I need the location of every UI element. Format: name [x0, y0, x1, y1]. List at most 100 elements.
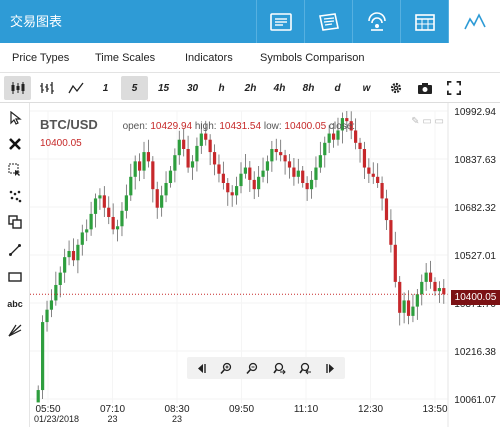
pin-icon[interactable]: ✎: [411, 116, 419, 127]
candle-body: [279, 152, 283, 156]
timeframe-1[interactable]: 1: [92, 76, 119, 100]
trendline-tool[interactable]: [4, 239, 26, 261]
candle-body: [107, 207, 111, 217]
text-tool[interactable]: abc: [4, 293, 26, 315]
candle-body: [182, 139, 186, 149]
menu-indicators[interactable]: Indicators: [185, 52, 233, 64]
candle-body: [380, 182, 384, 199]
scroll-right-button[interactable]: [324, 360, 340, 376]
zoom-out-icon: [246, 362, 258, 374]
menu-symbols-comparison[interactable]: Symbols Comparison: [260, 52, 365, 64]
candle-body: [428, 272, 433, 282]
candle-body: [309, 179, 314, 190]
menu-bar: Price Types Time Scales Indicators Symbo…: [0, 43, 500, 73]
tab-calendar[interactable]: [400, 0, 448, 43]
window-icon[interactable]: ▭: [422, 116, 431, 127]
low-value: 10400.05: [284, 121, 327, 132]
candle-body: [243, 167, 248, 174]
zoom-reset-icon: [299, 362, 311, 374]
candle-body: [71, 250, 76, 261]
ohlc-button[interactable]: [33, 76, 60, 100]
open-label: open:: [122, 121, 148, 132]
fullscreen-icon: [446, 81, 461, 95]
scroll-right-icon: [326, 363, 335, 373]
zoom-in-button[interactable]: [218, 360, 234, 376]
x-tick-label: 13:50: [422, 404, 447, 415]
high-label: high:: [194, 121, 217, 132]
tab-news[interactable]: [304, 0, 352, 43]
timeframe-d[interactable]: d: [324, 76, 351, 100]
cursor-tool[interactable]: [4, 107, 26, 129]
line-icon: [67, 82, 84, 94]
candle-body: [398, 281, 402, 313]
timeframe-w[interactable]: w: [353, 76, 380, 100]
candle-body: [45, 309, 49, 323]
zoom-reset-button[interactable]: [297, 360, 313, 376]
timeframe-5[interactable]: 5: [121, 76, 148, 100]
candle-body: [85, 229, 89, 233]
calendar-icon: [414, 13, 435, 31]
candle-body: [177, 139, 181, 156]
candle-body: [146, 152, 151, 162]
fullscreen-button[interactable]: [440, 76, 467, 100]
cursor-icon: [10, 111, 22, 125]
gear-icon: [390, 82, 401, 94]
zoom-fit-icon: [272, 362, 286, 374]
candle-body: [230, 192, 234, 196]
candle-body: [58, 272, 62, 285]
legend-actions: ✎ ▭ ▭: [411, 116, 444, 127]
candle-body: [358, 142, 362, 149]
candle-body: [323, 142, 327, 156]
select-region-tool[interactable]: [4, 159, 26, 181]
candle-body: [261, 170, 265, 177]
fibonacci-tool[interactable]: [4, 319, 26, 341]
candle-body: [389, 220, 393, 245]
select-region-icon: [8, 163, 20, 176]
scroll-left-button[interactable]: [192, 360, 208, 376]
timeframe-h[interactable]: h: [208, 76, 235, 100]
timeframe-4h[interactable]: 4h: [266, 76, 293, 100]
candle-body: [151, 161, 155, 190]
tab-chart[interactable]: [448, 0, 500, 43]
candle-body: [384, 198, 389, 221]
candle-body: [208, 139, 212, 153]
candle-body: [173, 155, 177, 171]
timeframe-15[interactable]: 15: [150, 76, 177, 100]
scroll-left-icon: [197, 363, 206, 373]
tab-ticket[interactable]: [256, 0, 304, 43]
trading-chart-app: 交易图表 Price Types Time Scales Indicators …: [0, 0, 500, 427]
copy-tool[interactable]: [4, 211, 26, 233]
chart-navigation: [187, 357, 345, 379]
zoom-out-button[interactable]: [245, 360, 261, 376]
candle-body: [120, 210, 124, 227]
settings-button[interactable]: [382, 76, 409, 100]
candle-body: [270, 148, 274, 162]
candle-body: [257, 176, 261, 190]
timeframe-8h[interactable]: 8h: [295, 76, 322, 100]
candle-body: [160, 195, 164, 208]
candle-body: [102, 195, 106, 208]
x-axis: 05:50 07:10 08:30 09:50 11:10 12:30 13:5001/23…: [34, 404, 448, 424]
line-type-button[interactable]: [62, 76, 89, 100]
delete-tool[interactable]: [4, 133, 26, 155]
menu-time-scales[interactable]: Time Scales: [95, 52, 155, 64]
candle-body: [314, 167, 318, 180]
candle-body: [80, 232, 84, 245]
zoom-fit-button[interactable]: [271, 360, 287, 376]
timeframe-2h[interactable]: 2h: [237, 76, 264, 100]
menu-price-types[interactable]: Price Types: [12, 52, 69, 64]
timeframe-30[interactable]: 30: [179, 76, 206, 100]
candle-body: [133, 161, 137, 177]
tab-signals[interactable]: [352, 0, 400, 43]
window2-icon[interactable]: ▭: [435, 116, 444, 127]
screenshot-button[interactable]: [411, 76, 438, 100]
candle-body: [54, 284, 58, 301]
candle-body: [155, 189, 159, 208]
candle-body: [234, 186, 239, 196]
rectangle-tool[interactable]: [4, 266, 26, 288]
dots-tool[interactable]: [4, 185, 26, 207]
camera-icon: [417, 83, 432, 94]
candlestick-button[interactable]: [4, 76, 31, 100]
delete-icon: [9, 138, 21, 150]
low-label: low:: [263, 121, 282, 132]
